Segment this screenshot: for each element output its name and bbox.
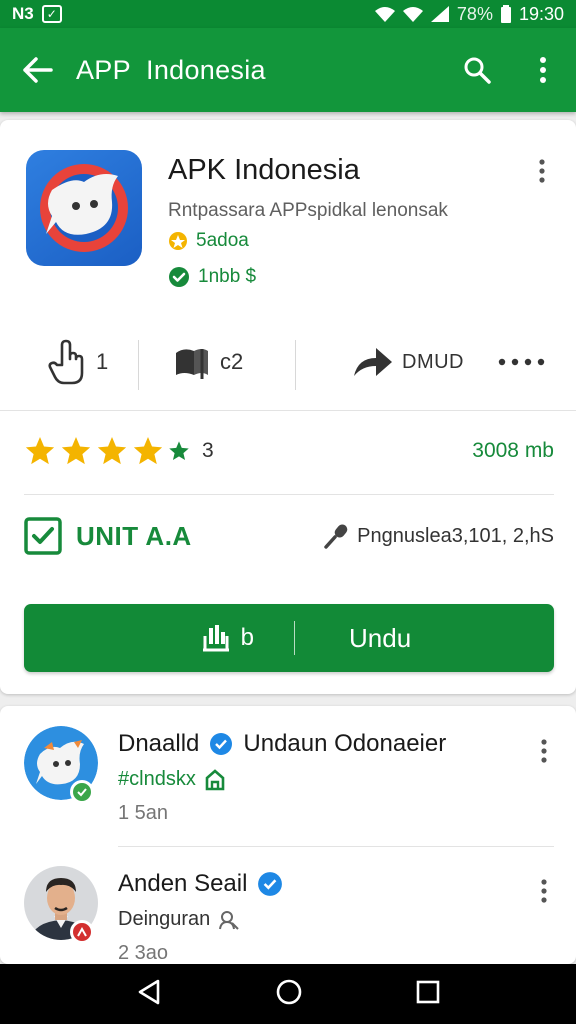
app-description: Rntpassara APPspidkal lenonsak — [168, 200, 448, 221]
person-icon — [219, 910, 240, 930]
star-small-icon — [169, 441, 189, 460]
flag-small-icon — [77, 926, 87, 937]
download-button-left-label: b — [240, 624, 254, 651]
star-rating — [24, 435, 190, 467]
divider — [0, 410, 576, 411]
online-badge — [70, 780, 94, 804]
checkbox-checked-icon — [24, 517, 62, 555]
bookmark-button[interactable]: c2 — [172, 332, 243, 392]
flag-icon — [176, 349, 208, 379]
nav-home-button[interactable] — [275, 978, 303, 1011]
share-arrow-icon — [354, 348, 392, 376]
system-nav-bar — [0, 964, 576, 1024]
review-item[interactable]: Dnaalld Undaun Odonaeier #clndskx 1 5an — [0, 706, 576, 826]
download-button-label: Undu — [349, 622, 412, 653]
bookmark-count: c2 — [220, 349, 244, 374]
review-menu-button[interactable] — [534, 876, 554, 906]
back-button[interactable] — [0, 28, 76, 112]
more-vert-icon — [540, 57, 546, 83]
verified-badge-icon — [258, 872, 283, 896]
search-icon — [464, 57, 491, 84]
review-author: Dnaalld Undaun Odonaeier — [118, 730, 446, 758]
check-small-icon — [77, 788, 87, 797]
more-actions-button[interactable] — [498, 332, 546, 392]
star-icon — [133, 437, 163, 465]
download-button[interactable]: b Undu — [24, 604, 554, 672]
like-button[interactable]: 1 — [48, 332, 108, 392]
divider — [24, 494, 554, 495]
star-icon — [97, 437, 127, 465]
rating-value: 3 — [202, 439, 214, 462]
app-meta-verified: 1nbb $ — [168, 266, 256, 288]
app-meta-badge-text: 5adoa — [196, 230, 249, 251]
review-tag: #clndskx — [118, 768, 226, 791]
status-time: 19:30 — [518, 3, 564, 24]
review-author: Anden Seail — [118, 870, 283, 898]
action-row: 1 c2 DMUD — [0, 332, 576, 392]
overflow-menu-button[interactable] — [510, 28, 576, 112]
signal-icon — [430, 6, 449, 22]
status-notification-text: N3 — [12, 4, 34, 23]
review-time: 2 3ao — [118, 942, 169, 964]
share-button[interactable]: DMUD — [352, 332, 464, 392]
badge-icon — [169, 232, 187, 250]
app-meta-verified-text: 1nbb $ — [198, 266, 257, 287]
review-time: 1 5an — [118, 802, 169, 824]
share-label: DMUD — [402, 350, 464, 373]
app-detail-card: APK Indonesia Rntpassara APPspidkal leno… — [0, 120, 576, 694]
check-notification-icon: ✓ — [41, 5, 62, 23]
home-badge-icon — [205, 768, 225, 790]
download-button-left: b — [24, 624, 294, 652]
nav-back-icon — [139, 979, 160, 1004]
star-icon — [25, 437, 55, 465]
download-count-text: Pngnuslea3,101, 2,hS — [357, 524, 554, 547]
action-divider — [138, 340, 139, 390]
review-author-name: Anden Seail — [118, 870, 248, 897]
app-bar-title: APP Indonesia — [76, 54, 266, 85]
install-icon — [202, 625, 229, 652]
review-menu-button[interactable] — [534, 736, 554, 766]
wifi-icon — [374, 7, 395, 22]
battery-percent: 78% — [456, 3, 493, 24]
install-row: UNIT A.A Pngnuslea3,101, 2,hS — [24, 516, 554, 556]
nav-home-icon — [276, 979, 302, 1004]
app-bar: APP Indonesia — [0, 28, 576, 112]
card-menu-button[interactable] — [530, 156, 554, 186]
nav-back-button[interactable] — [136, 978, 162, 1011]
battery-icon — [500, 5, 511, 23]
nav-recents-icon — [416, 980, 439, 1003]
review-author-name: Dnaalld — [118, 730, 200, 757]
review-tag-text: #clndskx — [118, 768, 196, 790]
review-tag: Deinguran — [118, 908, 240, 931]
review-title: Undaun Odonaeier — [243, 730, 447, 757]
review-tag-text: Deinguran — [118, 908, 211, 930]
like-count: 1 — [96, 349, 109, 374]
check-circle-icon — [169, 267, 189, 287]
review-item[interactable]: Anden Seail Deinguran 2 3ao — [0, 846, 576, 966]
download-count: Pngnuslea3,101, 2,hS — [323, 523, 554, 549]
more-horiz-icon — [498, 358, 545, 366]
status-bar: N3 ✓ 78% 19:30 — [0, 0, 576, 28]
more-vert-icon — [539, 159, 545, 183]
app-icon[interactable] — [26, 150, 142, 266]
app-meta-badge: 5adoa — [168, 230, 249, 252]
app-logo-icon — [40, 164, 128, 252]
star-icon — [61, 437, 91, 465]
arrow-back-icon — [23, 57, 53, 83]
action-divider — [295, 340, 296, 390]
install-status: UNIT A.A — [76, 520, 192, 551]
microphone-icon — [324, 524, 348, 549]
verified-badge-icon — [210, 733, 233, 755]
hand-pointer-icon — [48, 339, 84, 385]
more-vert-icon — [541, 739, 547, 763]
more-vert-icon — [541, 879, 547, 903]
reviews-card: Dnaalld Undaun Odonaeier #clndskx 1 5an — [0, 706, 576, 964]
search-button[interactable] — [444, 28, 510, 112]
app-size: 3008 mb — [472, 439, 554, 462]
status-badge — [70, 920, 94, 944]
app-name: APK Indonesia — [168, 154, 360, 186]
wifi-icon-2 — [402, 7, 423, 22]
rating-row: 3 3008 mb — [24, 433, 554, 469]
nav-recents-button[interactable] — [416, 980, 440, 1009]
